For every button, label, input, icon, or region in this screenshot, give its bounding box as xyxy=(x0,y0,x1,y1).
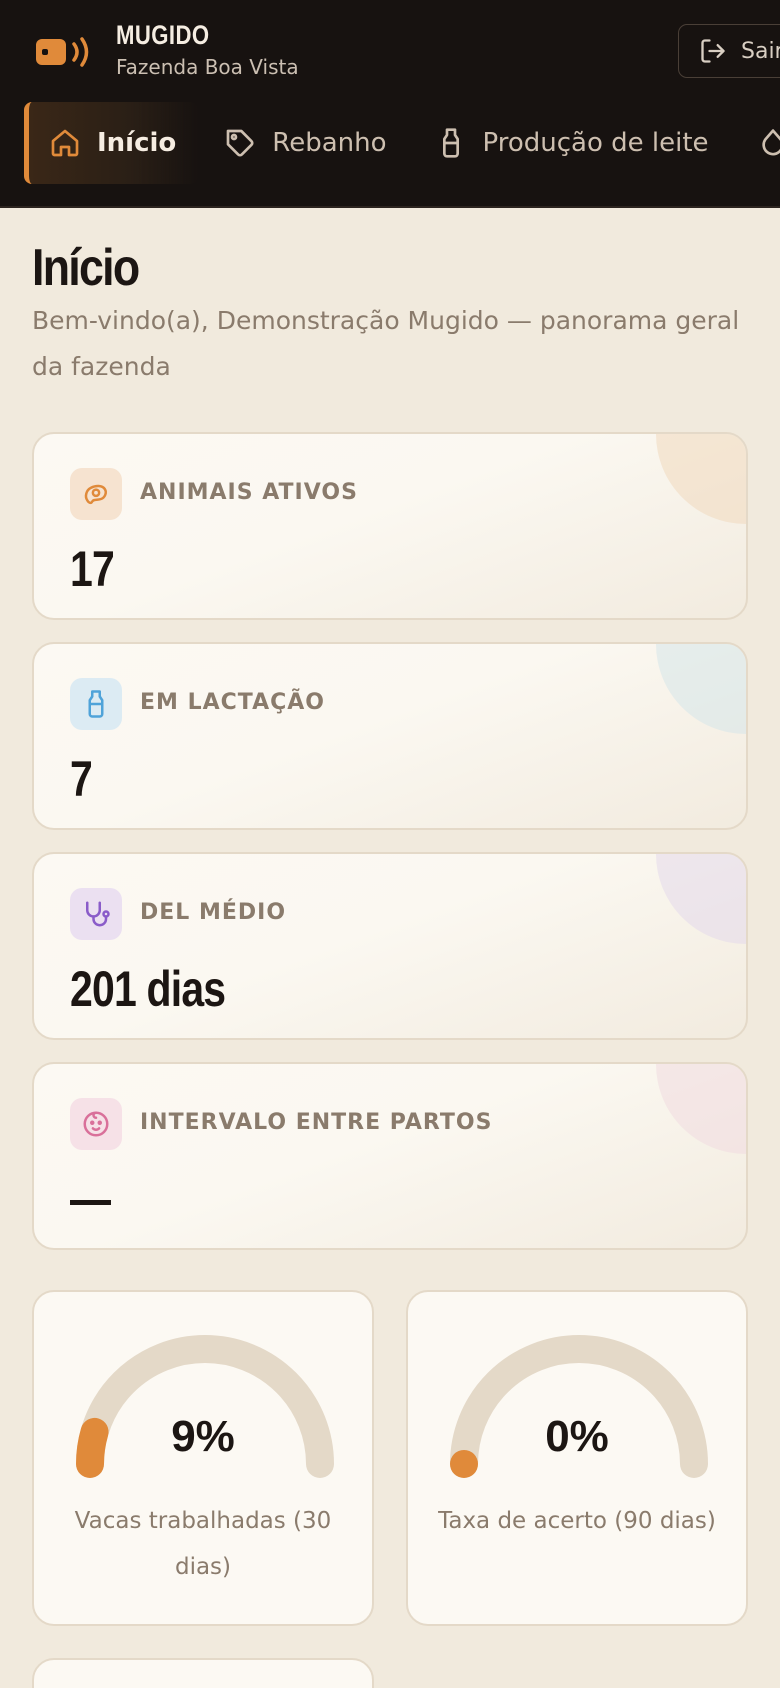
farm-name: Fazenda Boa Vista xyxy=(116,55,299,79)
gauge-card-vacas-trabalhadas: 9% Vacas trabalhadas (30 dias) xyxy=(32,1290,374,1626)
page-subtitle: Bem-vindo(a), Demonstração Mugido — pano… xyxy=(32,306,740,381)
logout-label: Sair xyxy=(741,38,780,64)
logout-button[interactable]: Sair xyxy=(678,24,780,78)
decorative-blob xyxy=(656,434,746,524)
baby-face-icon xyxy=(83,1111,109,1137)
gauge-card-taxa-de-acerto: 0% Taxa de acerto (90 dias) xyxy=(406,1290,748,1626)
decorative-blob xyxy=(656,644,746,734)
top-bar: MUGIDO Fazenda Boa Vista Sair Início Reb… xyxy=(0,0,780,208)
nav-item-producao-de-leite[interactable]: Produção de leite xyxy=(409,102,731,184)
gauge-label: Taxa de acerto (90 dias) xyxy=(438,1508,716,1534)
stat-label: DEL MÉDIO xyxy=(140,900,287,925)
brand-logo-icon xyxy=(36,37,89,67)
stat-icon-box xyxy=(70,678,122,730)
decorative-blob xyxy=(656,854,746,944)
stat-label: ANIMAIS ATIVOS xyxy=(140,480,358,505)
nav-item-inicio[interactable]: Início xyxy=(24,102,199,184)
tag-icon xyxy=(226,129,254,157)
stat-icon-box xyxy=(70,468,122,520)
stat-label: EM LACTAÇÃO xyxy=(140,690,325,715)
stat-card-intervalo-entre-partos: INTERVALO ENTRE PARTOS — xyxy=(32,1062,748,1250)
partial-card xyxy=(32,1658,374,1688)
stethoscope-icon xyxy=(86,901,110,927)
milk-bottle-icon xyxy=(442,128,459,158)
nav-item-label: Produção de leite xyxy=(482,128,709,158)
stat-value: 201 dias xyxy=(70,961,226,1017)
nav-item-rebanho[interactable]: Rebanho xyxy=(198,102,408,184)
gauge-label: Vacas trabalhadas (30 dias) xyxy=(74,1508,332,1580)
stat-value: 7 xyxy=(70,751,93,807)
nav-item-label: Rebanho xyxy=(272,128,387,158)
logout-icon xyxy=(701,39,725,63)
stat-value: — xyxy=(70,1171,111,1227)
nav-item-label: Início xyxy=(97,128,177,158)
main-nav: Início Rebanho Produção de leite xyxy=(24,102,780,184)
stat-icon-box xyxy=(70,888,122,940)
stat-card-animais-ativos: ANIMAIS ATIVOS 17 xyxy=(32,432,748,620)
home-icon xyxy=(51,129,79,157)
milk-bottle-icon xyxy=(88,690,104,718)
stat-label: INTERVALO ENTRE PARTOS xyxy=(140,1110,493,1135)
stat-card-del-medio: DEL MÉDIO 201 dias xyxy=(32,852,748,1040)
nav-item-more[interactable] xyxy=(731,102,780,184)
stat-value: 17 xyxy=(70,541,115,597)
gauge-value: 9% xyxy=(171,1412,235,1461)
brand-name: MUGIDO xyxy=(116,20,210,50)
droplet-icon xyxy=(761,129,780,156)
gauge-value: 0% xyxy=(545,1412,609,1461)
decorative-blob xyxy=(656,1064,746,1154)
stat-card-em-lactacao: EM LACTAÇÃO 7 xyxy=(32,642,748,830)
page-title: Início xyxy=(32,239,140,297)
cow-icon xyxy=(84,484,107,505)
stat-icon-box xyxy=(70,1098,122,1150)
